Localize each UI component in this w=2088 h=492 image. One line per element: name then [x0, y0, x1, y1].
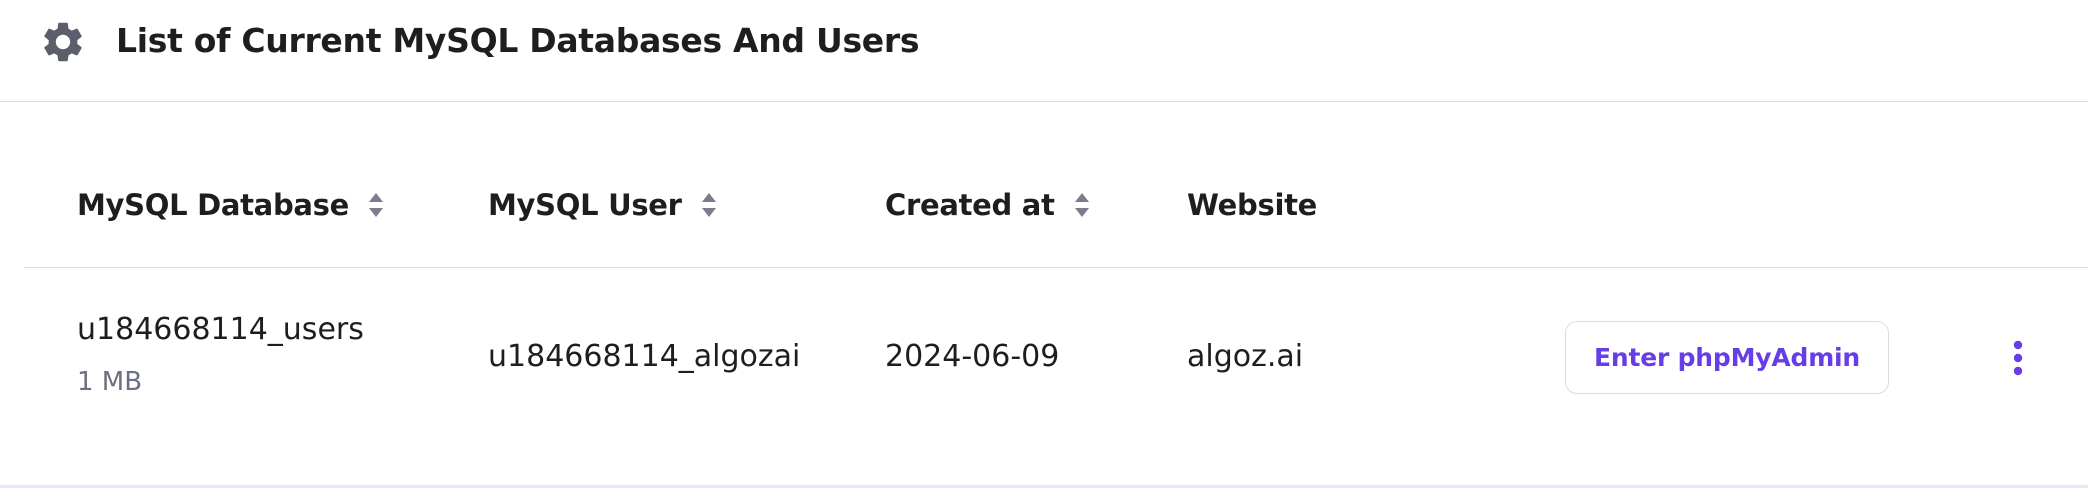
sort-icon[interactable]: [1073, 190, 1091, 220]
sort-icon[interactable]: [367, 190, 385, 220]
column-header-website: Website: [1187, 180, 1317, 230]
column-header-database[interactable]: MySQL Database: [77, 180, 385, 230]
database-size: 1 MB: [77, 367, 143, 397]
mysql-user: u184668114_algozai: [488, 339, 801, 374]
column-header-created-at[interactable]: Created at: [885, 180, 1091, 230]
column-header-label: Created at: [885, 188, 1055, 222]
gear-icon: [44, 22, 82, 62]
section-header: List of Current MySQL Databases And User…: [0, 0, 2088, 102]
header-divider: [24, 267, 2088, 268]
column-header-user[interactable]: MySQL User: [488, 180, 718, 230]
website: algoz.ai: [1187, 339, 1304, 374]
page-title: List of Current MySQL Databases And User…: [116, 21, 920, 60]
database-name: u184668114_users: [77, 312, 364, 347]
enter-phpmyadmin-button[interactable]: Enter phpMyAdmin: [1565, 321, 1889, 394]
column-header-label: MySQL Database: [77, 188, 350, 222]
column-header-label: MySQL User: [488, 188, 682, 222]
created-at: 2024-06-09: [885, 339, 1060, 374]
table-bottom-border: [0, 485, 2088, 488]
more-options-icon[interactable]: [2000, 336, 2036, 380]
sort-icon[interactable]: [700, 190, 718, 220]
column-header-label: Website: [1187, 188, 1318, 222]
